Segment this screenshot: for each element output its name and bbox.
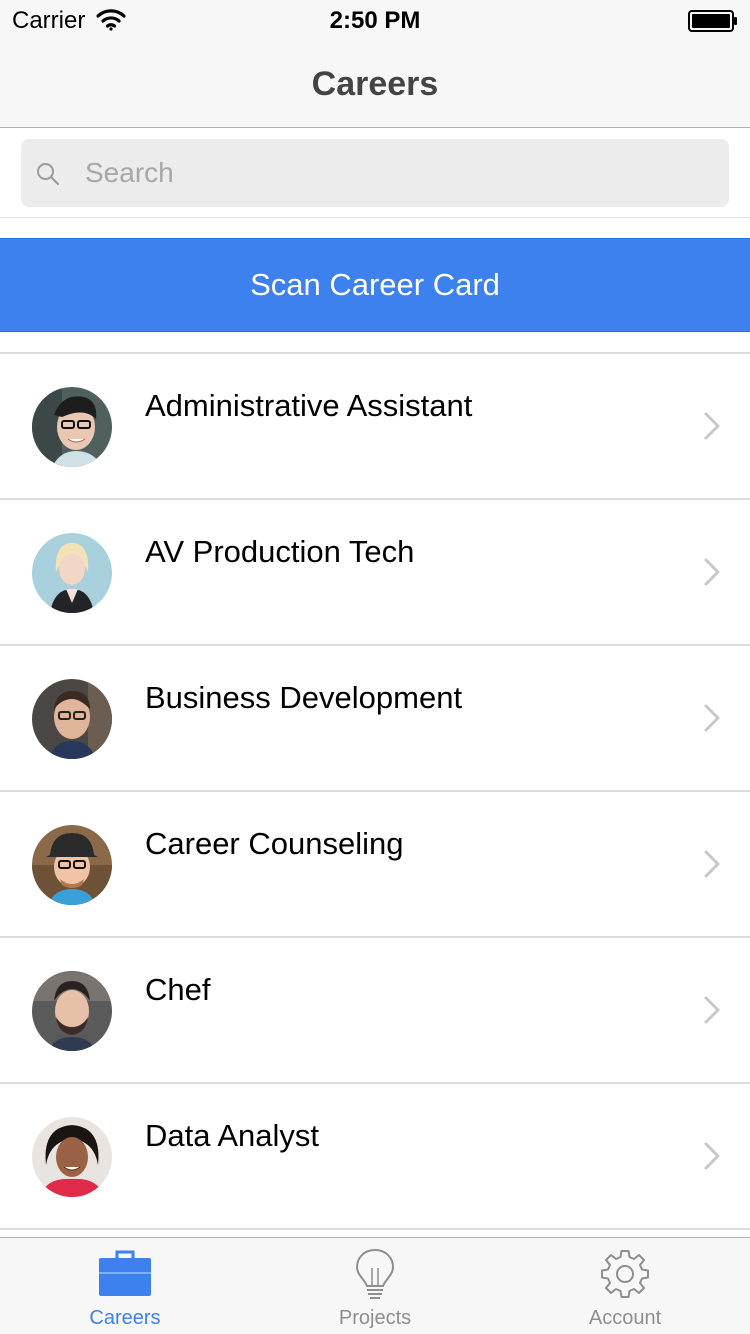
career-row[interactable]: Data Analyst bbox=[0, 1084, 750, 1230]
career-title: Administrative Assistant bbox=[145, 388, 473, 423]
tab-label: Careers bbox=[89, 1307, 161, 1329]
avatar bbox=[32, 971, 112, 1051]
career-row[interactable]: Career Counseling bbox=[0, 792, 750, 938]
status-bar: Carrier 2:50 PM bbox=[0, 0, 750, 40]
tab-projects[interactable]: Projects bbox=[250, 1238, 500, 1334]
chevron-right-icon bbox=[704, 996, 720, 1024]
scan-career-card-button[interactable]: Scan Career Card bbox=[0, 238, 750, 332]
avatar bbox=[32, 679, 112, 759]
career-row[interactable]: Business Development bbox=[0, 646, 750, 792]
search-icon bbox=[37, 163, 60, 186]
career-list: Administrative Assistant AV Production T… bbox=[0, 352, 750, 1230]
career-title: AV Production Tech bbox=[145, 534, 415, 569]
search-field[interactable] bbox=[21, 139, 729, 207]
tab-label: Projects bbox=[338, 1307, 412, 1329]
avatar bbox=[32, 1117, 112, 1197]
chevron-right-icon bbox=[704, 412, 720, 440]
status-time: 2:50 PM bbox=[329, 7, 421, 34]
avatar bbox=[32, 825, 112, 905]
avatar bbox=[32, 533, 112, 613]
lightbulb-icon bbox=[355, 1248, 395, 1299]
career-row[interactable]: AV Production Tech bbox=[0, 500, 750, 646]
career-title: Business Development bbox=[145, 680, 463, 715]
avatar bbox=[32, 387, 112, 467]
tab-careers[interactable]: Careers bbox=[0, 1238, 250, 1334]
page-title: Careers bbox=[311, 65, 439, 103]
chevron-right-icon bbox=[704, 850, 720, 878]
tab-bar: Careers Projects Account bbox=[0, 1237, 750, 1334]
search-input[interactable] bbox=[85, 139, 705, 207]
briefcase-icon bbox=[99, 1250, 151, 1296]
career-row[interactable]: Chef bbox=[0, 938, 750, 1084]
careers-screen: Carrier 2:50 PM Careers Scan Career Card bbox=[0, 0, 750, 1334]
career-row[interactable]: Administrative Assistant bbox=[0, 354, 750, 500]
chevron-right-icon bbox=[704, 704, 720, 732]
career-title: Career Counseling bbox=[145, 826, 404, 861]
battery-icon bbox=[688, 10, 737, 32]
chevron-right-icon bbox=[704, 558, 720, 586]
chevron-right-icon bbox=[704, 1142, 720, 1170]
career-title: Data Analyst bbox=[145, 1118, 320, 1153]
tab-label: Account bbox=[588, 1307, 662, 1329]
navigation-bar: Careers bbox=[0, 40, 750, 128]
gear-icon bbox=[601, 1250, 649, 1298]
search-bar bbox=[0, 128, 750, 218]
career-title: Chef bbox=[145, 972, 211, 1007]
tab-account[interactable]: Account bbox=[500, 1238, 750, 1334]
